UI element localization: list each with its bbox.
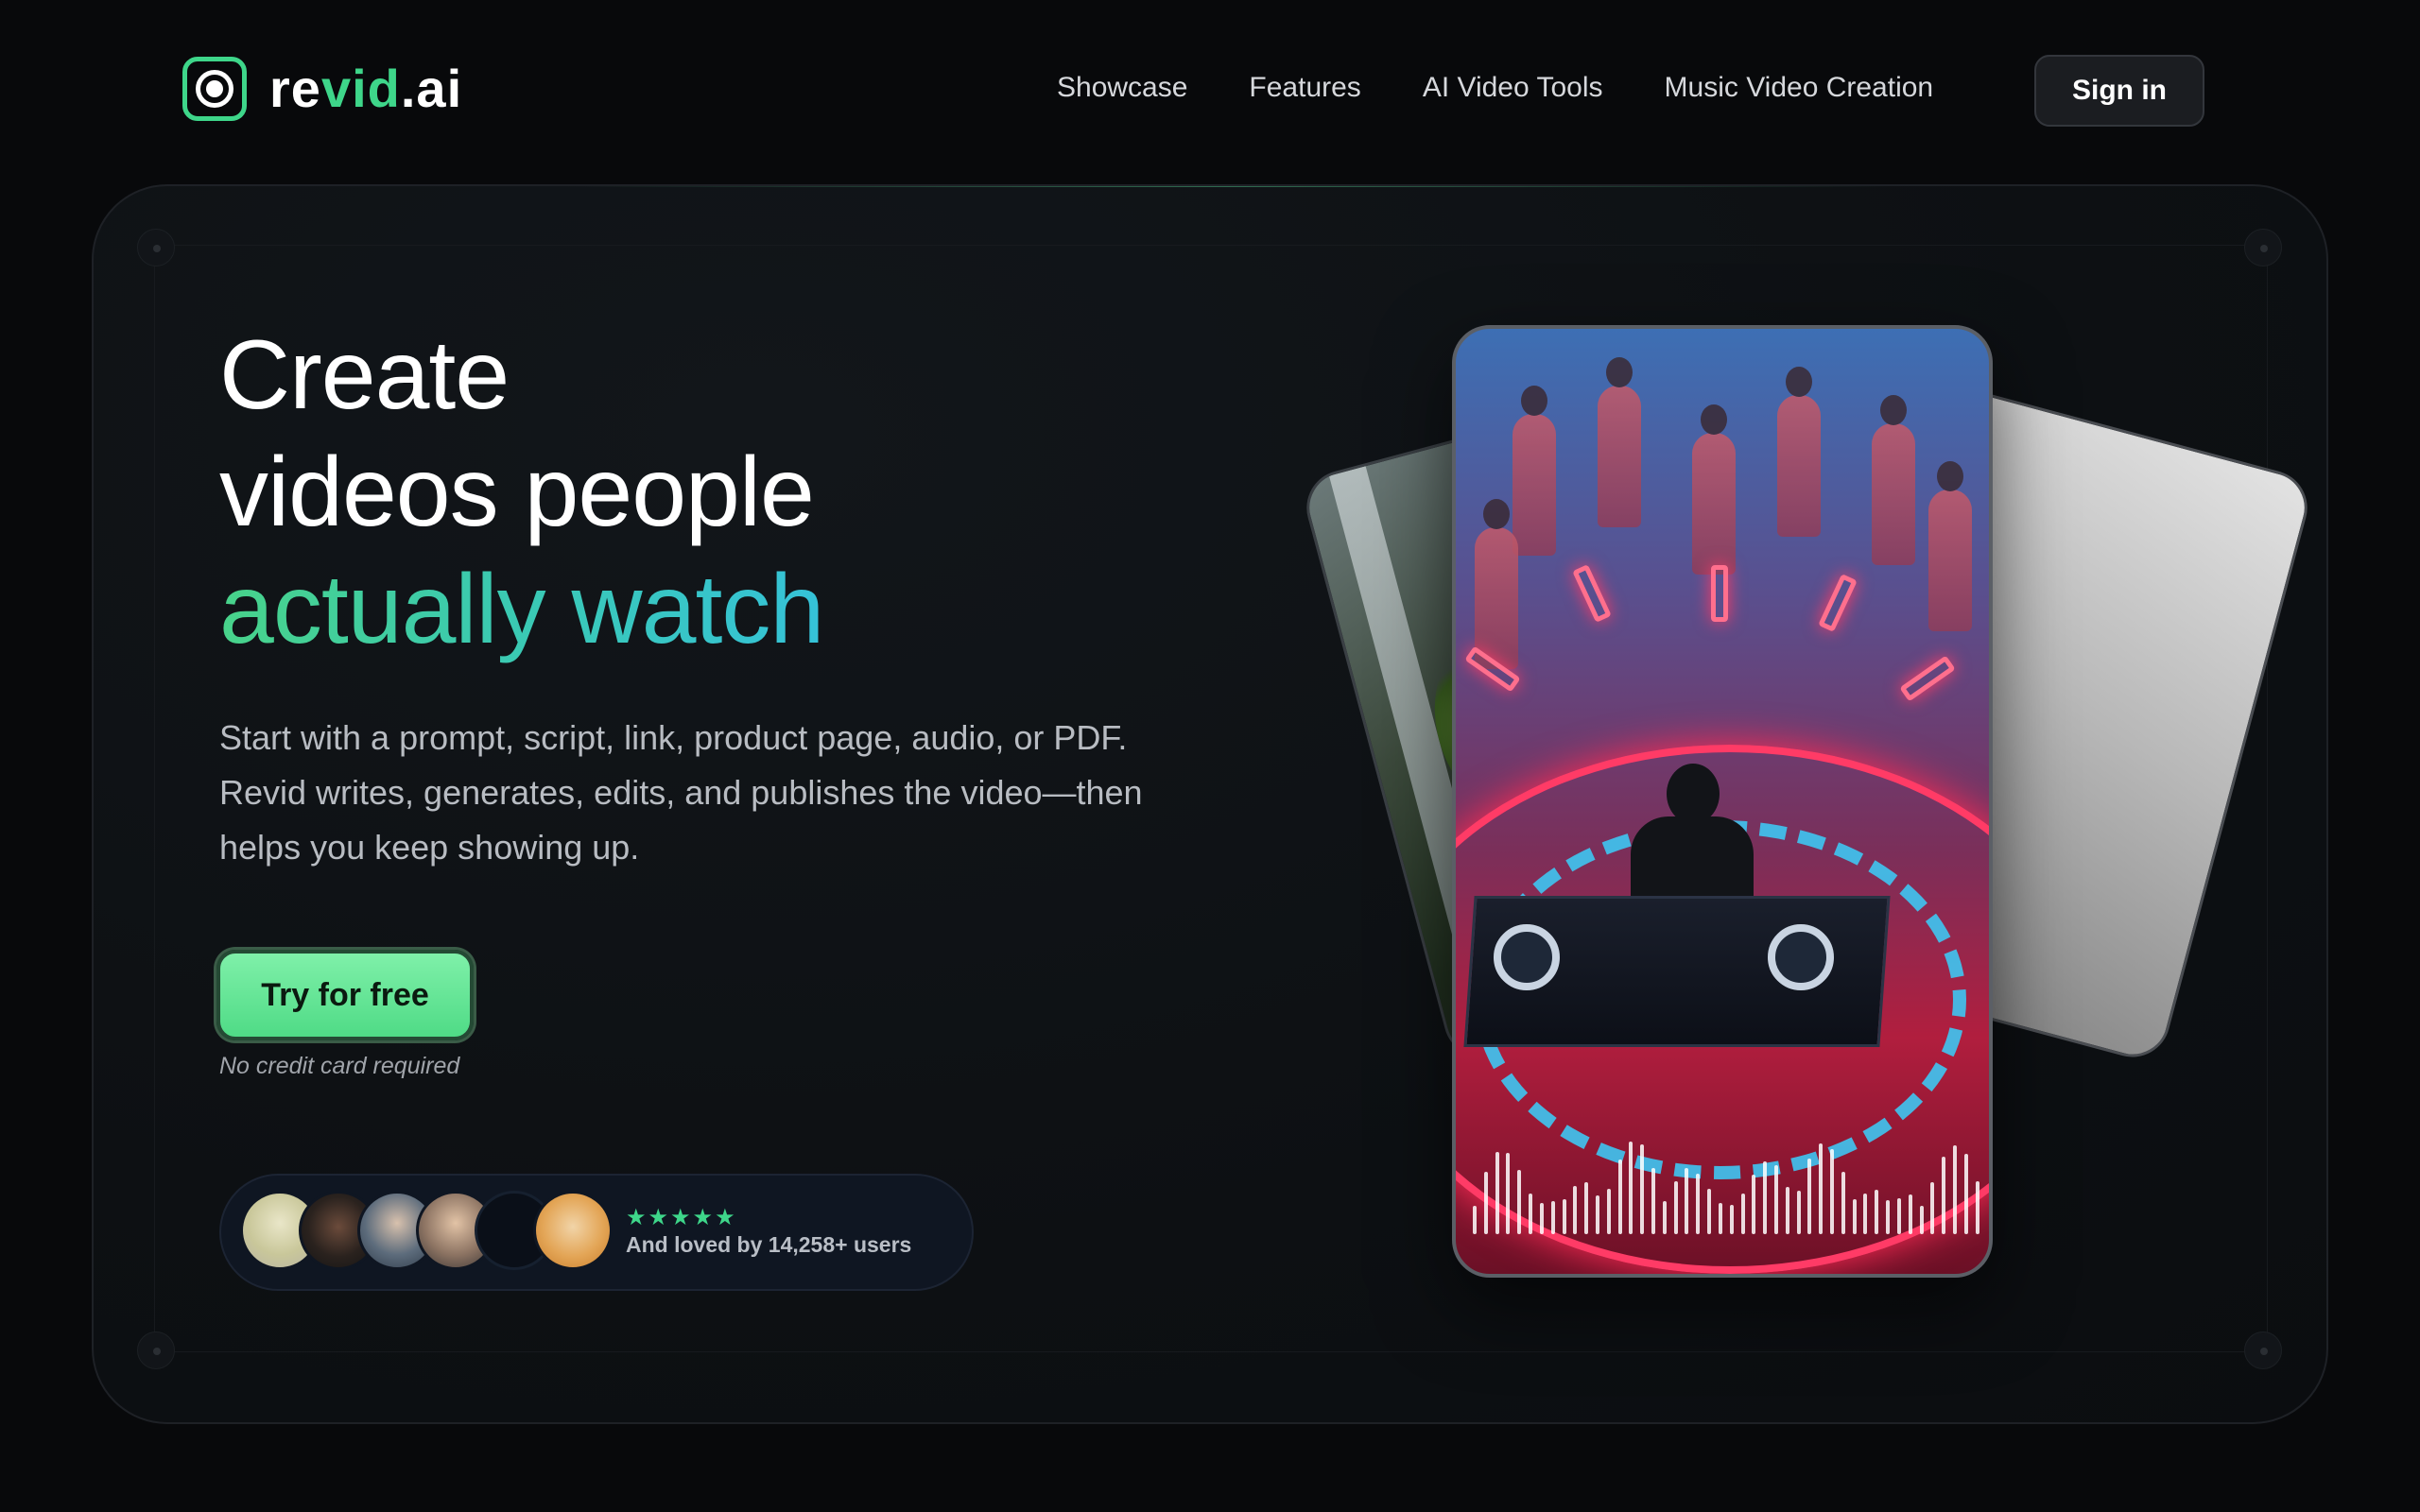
turntable-icon bbox=[1494, 924, 1560, 990]
headline-line-2: videos people bbox=[219, 438, 815, 547]
avatar bbox=[533, 1191, 613, 1270]
waveform-bar bbox=[1539, 1203, 1544, 1234]
waveform-bar bbox=[1584, 1182, 1589, 1234]
waveform-bar bbox=[1595, 1195, 1599, 1234]
sign-in-button[interactable]: Sign in bbox=[2034, 55, 2204, 127]
waveform-bar bbox=[1483, 1172, 1488, 1234]
try-for-free-button[interactable]: Try for free bbox=[216, 950, 474, 1040]
waveform-bar bbox=[1896, 1198, 1901, 1234]
waveform-bar bbox=[1830, 1149, 1834, 1234]
logo-text-prefix: re bbox=[269, 59, 321, 118]
waveform-bar bbox=[1919, 1206, 1924, 1234]
waveform-bar bbox=[1550, 1201, 1555, 1234]
waveform-bar bbox=[1562, 1199, 1566, 1234]
logo-icon bbox=[182, 57, 247, 121]
waveform-bar bbox=[1841, 1172, 1845, 1234]
waveform-bar bbox=[1952, 1145, 1957, 1234]
hero-headline: Create videos people actually watch bbox=[219, 317, 823, 668]
waveform-bar bbox=[1785, 1187, 1789, 1234]
waveform-bar bbox=[1573, 1186, 1578, 1234]
nav-link-ai-video-tools[interactable]: AI Video Tools bbox=[1423, 72, 1603, 104]
headline-word-actually: actually bbox=[219, 555, 545, 664]
top-nav: revid.ai Showcase Features AI Video Tool… bbox=[0, 0, 2420, 184]
logo-wordmark: revid.ai bbox=[269, 62, 462, 115]
waveform-bar bbox=[1696, 1174, 1701, 1234]
corner-dot-top-left bbox=[137, 229, 175, 266]
waveform-bar bbox=[1651, 1168, 1655, 1234]
waveform-bar bbox=[1529, 1194, 1533, 1234]
waveform-bar bbox=[1930, 1182, 1935, 1234]
waveform-bar bbox=[1640, 1144, 1645, 1234]
waveform-bar bbox=[1875, 1190, 1879, 1234]
logo-text-accent: vid bbox=[320, 59, 401, 118]
user-avatars bbox=[240, 1191, 618, 1274]
no-credit-card-note: No credit card required bbox=[219, 1053, 460, 1079]
waveform-bar bbox=[1517, 1170, 1522, 1234]
waveform-bar bbox=[1807, 1159, 1812, 1234]
waveform-bar bbox=[1740, 1194, 1745, 1234]
waveform-bar bbox=[1718, 1203, 1722, 1234]
waveform-bar bbox=[1763, 1161, 1768, 1234]
waveform-bar bbox=[1975, 1181, 1979, 1234]
social-proof-pill: ★★★★★ And loved by 14,258+ users bbox=[219, 1174, 974, 1291]
waveform-bar bbox=[1908, 1194, 1912, 1234]
page: revid.ai Showcase Features AI Video Tool… bbox=[0, 0, 2420, 1512]
nav-link-music-video-creation[interactable]: Music Video Creation bbox=[1665, 72, 1934, 104]
headline-line-3: actually watch bbox=[219, 551, 823, 668]
hero-section: Create videos people actually watch Star… bbox=[92, 184, 2328, 1424]
logo-text-suffix: .ai bbox=[400, 59, 463, 118]
waveform-bar bbox=[1673, 1181, 1678, 1234]
waveform-bar bbox=[1506, 1153, 1511, 1234]
waveform-bar bbox=[1942, 1157, 1946, 1234]
waveform-bar bbox=[1707, 1189, 1712, 1234]
waveform-bar bbox=[1773, 1165, 1778, 1234]
video-card-front[interactable] bbox=[1452, 325, 1993, 1278]
waveform-bar bbox=[1606, 1189, 1611, 1234]
turntable-icon bbox=[1768, 924, 1834, 990]
hero-subtext: Start with a prompt, script, link, produ… bbox=[219, 718, 1143, 867]
waveform-bar bbox=[1662, 1201, 1667, 1234]
headline-line-1: Create bbox=[219, 320, 510, 430]
waveform-bar bbox=[1685, 1168, 1689, 1234]
waveform-bar bbox=[1729, 1205, 1734, 1234]
corner-dot-bottom-right bbox=[2244, 1332, 2282, 1369]
waveform-bar bbox=[1617, 1160, 1622, 1234]
waveform-bar bbox=[1473, 1206, 1477, 1234]
waveform-bar bbox=[1886, 1200, 1891, 1234]
waveform-bar bbox=[1495, 1152, 1499, 1234]
waveform-bar bbox=[1863, 1194, 1868, 1234]
star-rating-icon: ★★★★★ bbox=[626, 1205, 737, 1230]
headline-word-watch: watch bbox=[571, 555, 824, 664]
hero-top-glow bbox=[566, 186, 1890, 187]
waveform-bar bbox=[1819, 1143, 1824, 1234]
corner-dot-top-right bbox=[2244, 229, 2282, 266]
social-proof-text: ★★★★★ And loved by 14,258+ users bbox=[626, 1206, 911, 1259]
waveform-bar bbox=[1752, 1175, 1756, 1234]
nav-links: Showcase Features AI Video Tools Music V… bbox=[1057, 72, 1995, 104]
waveform-bar bbox=[1963, 1154, 1968, 1234]
audio-waveform bbox=[1473, 1130, 1979, 1234]
waveform-bar bbox=[1796, 1191, 1801, 1234]
nav-link-features[interactable]: Features bbox=[1249, 72, 1360, 104]
waveform-bar bbox=[1629, 1142, 1634, 1234]
nav-link-showcase[interactable]: Showcase bbox=[1057, 72, 1187, 104]
corner-dot-bottom-left bbox=[137, 1332, 175, 1369]
loved-by-users-text: And loved by 14,258+ users bbox=[626, 1232, 912, 1257]
waveform-bar bbox=[1852, 1199, 1857, 1234]
logo[interactable]: revid.ai bbox=[182, 57, 462, 121]
